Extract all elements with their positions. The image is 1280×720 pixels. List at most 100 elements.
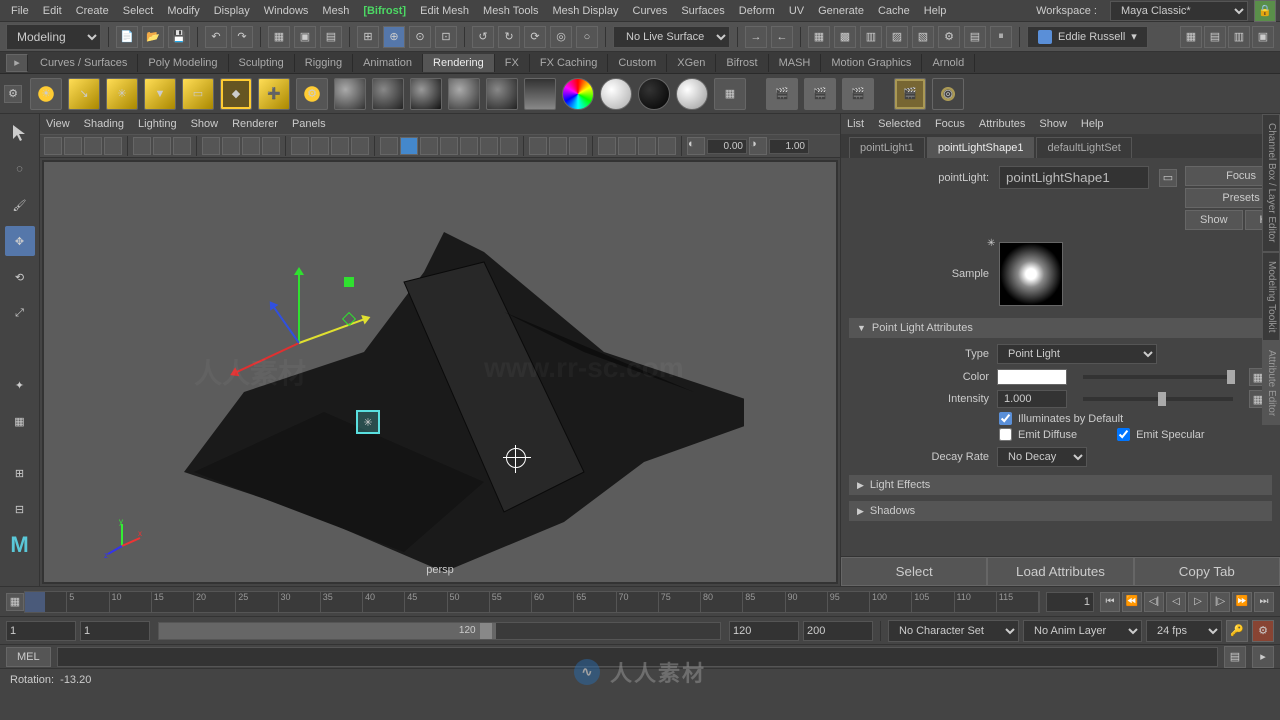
step-back-btn[interactable]: ◁| bbox=[1144, 592, 1164, 612]
vpt-25[interactable] bbox=[569, 137, 587, 155]
vpt-2[interactable] bbox=[64, 137, 82, 155]
viewport-3d[interactable]: ✳ y x z persp 人人素材 www.rr-sc.com bbox=[42, 160, 838, 584]
tab-attr-editor[interactable]: Attribute Editor bbox=[1262, 341, 1280, 425]
menu-uv[interactable]: UV bbox=[782, 5, 811, 17]
tab-motion[interactable]: Motion Graphics bbox=[821, 54, 922, 72]
step-fwd-key-btn[interactable]: ⏩ bbox=[1232, 592, 1252, 612]
rampshader-icon[interactable] bbox=[562, 78, 594, 110]
vpt-12[interactable] bbox=[291, 137, 309, 155]
anim-prefs-icon[interactable]: ⚙ bbox=[1252, 620, 1274, 642]
tab-custom[interactable]: Custom bbox=[608, 54, 667, 72]
shelf-menu-icon[interactable]: ▸ bbox=[6, 54, 28, 72]
snap-curve-icon[interactable]: ⊕ bbox=[383, 26, 405, 48]
vpt-5[interactable] bbox=[133, 137, 151, 155]
menu-bifrost[interactable]: [Bifrost] bbox=[356, 5, 413, 17]
timeline-opt-icon[interactable]: ▦ bbox=[6, 593, 24, 611]
layout-1-icon[interactable]: ▦ bbox=[1180, 26, 1202, 48]
sel-hier-icon[interactable]: ▦ bbox=[268, 26, 290, 48]
vpt-7[interactable] bbox=[173, 137, 191, 155]
tab-mash[interactable]: MASH bbox=[769, 54, 822, 72]
menu-curves[interactable]: Curves bbox=[626, 5, 675, 17]
vpt-4[interactable] bbox=[104, 137, 122, 155]
blinn-icon[interactable] bbox=[372, 78, 404, 110]
show-button[interactable]: Show bbox=[1185, 210, 1243, 230]
aniso-icon[interactable] bbox=[486, 78, 518, 110]
menu-edit[interactable]: Edit bbox=[36, 5, 69, 17]
cg-in-icon[interactable]: → bbox=[745, 26, 767, 48]
specular-checkbox[interactable] bbox=[1117, 428, 1130, 441]
attr-show[interactable]: Show bbox=[1039, 118, 1067, 130]
point-light-icon-3d[interactable]: ✳ bbox=[356, 410, 380, 434]
snap-live-icon[interactable]: ⟳ bbox=[524, 26, 546, 48]
tab-bifrost[interactable]: Bifrost bbox=[716, 54, 768, 72]
vpt-16[interactable] bbox=[380, 137, 398, 155]
character-set-select[interactable]: No Character Set bbox=[888, 620, 1019, 642]
playback-end-field[interactable] bbox=[729, 621, 799, 641]
range-thumb[interactable]: 120 bbox=[159, 623, 496, 639]
illum-checkbox[interactable] bbox=[999, 412, 1012, 425]
open-scene-icon[interactable]: 📂 bbox=[142, 26, 164, 48]
vpt-exp-icon[interactable]: ◐ bbox=[687, 137, 705, 155]
last-tool[interactable]: ✦ bbox=[5, 370, 35, 400]
attr-selected[interactable]: Selected bbox=[878, 118, 921, 130]
menu-edit-mesh[interactable]: Edit Mesh bbox=[413, 5, 476, 17]
step-fwd-btn[interactable]: |▷ bbox=[1210, 592, 1230, 612]
ambient-light-icon[interactable]: ☀ bbox=[30, 78, 62, 110]
intensity-slider[interactable] bbox=[1083, 397, 1233, 401]
menu-windows[interactable]: Windows bbox=[257, 5, 316, 17]
spot-light-icon[interactable]: ▼ bbox=[144, 78, 176, 110]
vpt-28[interactable] bbox=[638, 137, 656, 155]
create-shader-icon[interactable]: ➕ bbox=[258, 78, 290, 110]
render-target-icon[interactable]: ◎ bbox=[932, 78, 964, 110]
pin-icon[interactable]: ▭ bbox=[1159, 169, 1177, 187]
maya-logo-icon[interactable]: M bbox=[5, 530, 35, 560]
layout-3-icon[interactable]: ▥ bbox=[1228, 26, 1250, 48]
snap-abs-icon[interactable]: ○ bbox=[576, 26, 598, 48]
script-editor-icon[interactable]: ▤ bbox=[1224, 646, 1246, 668]
intensity-field[interactable] bbox=[997, 390, 1067, 408]
snap-rel-icon[interactable]: ◎ bbox=[550, 26, 572, 48]
directional-light-icon[interactable]: ↘ bbox=[68, 78, 100, 110]
play-fwd-btn[interactable]: ▷ bbox=[1188, 592, 1208, 612]
snap-tool-1[interactable]: ⊞ bbox=[5, 458, 35, 488]
section-sh[interactable]: ▶Shadows bbox=[849, 501, 1272, 521]
phonge-icon[interactable] bbox=[448, 78, 480, 110]
paint-select-tool[interactable]: 🖌 bbox=[5, 190, 35, 220]
tab-xgen[interactable]: XGen bbox=[667, 54, 716, 72]
tab-animation[interactable]: Animation bbox=[353, 54, 423, 72]
load-attr-button[interactable]: Load Attributes bbox=[987, 557, 1133, 586]
node-name-field[interactable] bbox=[999, 166, 1149, 189]
autokey-icon[interactable]: 🔑 bbox=[1226, 620, 1248, 642]
render-seq-icon[interactable]: ▥ bbox=[860, 26, 882, 48]
menu-file[interactable]: File bbox=[4, 5, 36, 17]
snap-proj-icon[interactable]: ↺ bbox=[472, 26, 494, 48]
render-view-icon[interactable]: ▧ bbox=[912, 26, 934, 48]
vpt-27[interactable] bbox=[618, 137, 636, 155]
tab-channel-box[interactable]: Channel Box / Layer Editor bbox=[1262, 114, 1280, 252]
menu-cache[interactable]: Cache bbox=[871, 5, 917, 17]
attr-help[interactable]: Help bbox=[1081, 118, 1104, 130]
render-frame-icon[interactable]: 🎬 bbox=[766, 78, 798, 110]
tab-sculpt[interactable]: Sculpting bbox=[229, 54, 295, 72]
lasso-tool[interactable]: ◌ bbox=[5, 154, 35, 184]
vpt-18[interactable] bbox=[420, 137, 438, 155]
save-scene-icon[interactable]: 💾 bbox=[168, 26, 190, 48]
menu-generate[interactable]: Generate bbox=[811, 5, 871, 17]
timeline-ruler[interactable]: 1 5 10 15 20 25 30 35 40 45 50 55 60 65 … bbox=[24, 591, 1040, 613]
vpt-23[interactable] bbox=[529, 137, 547, 155]
copy-tab-button[interactable]: Copy Tab bbox=[1134, 557, 1280, 586]
tab-arnold[interactable]: Arnold bbox=[922, 54, 975, 72]
redo-icon[interactable]: ↷ bbox=[231, 26, 253, 48]
phong-icon[interactable] bbox=[410, 78, 442, 110]
vpt-8[interactable] bbox=[202, 137, 220, 155]
vpt-24[interactable] bbox=[549, 137, 567, 155]
step-back-key-btn[interactable]: ⏪ bbox=[1122, 592, 1142, 612]
current-frame-field[interactable] bbox=[1046, 592, 1094, 612]
stingray-icon[interactable] bbox=[600, 78, 632, 110]
cmd-lang-button[interactable]: MEL bbox=[6, 647, 51, 667]
goto-end-btn[interactable]: ⏭ bbox=[1254, 592, 1274, 612]
menu-modify[interactable]: Modify bbox=[160, 5, 206, 17]
snap-view-icon[interactable]: ↻ bbox=[498, 26, 520, 48]
area-light-icon[interactable]: ▭ bbox=[182, 78, 214, 110]
layout-2-icon[interactable]: ▤ bbox=[1204, 26, 1226, 48]
